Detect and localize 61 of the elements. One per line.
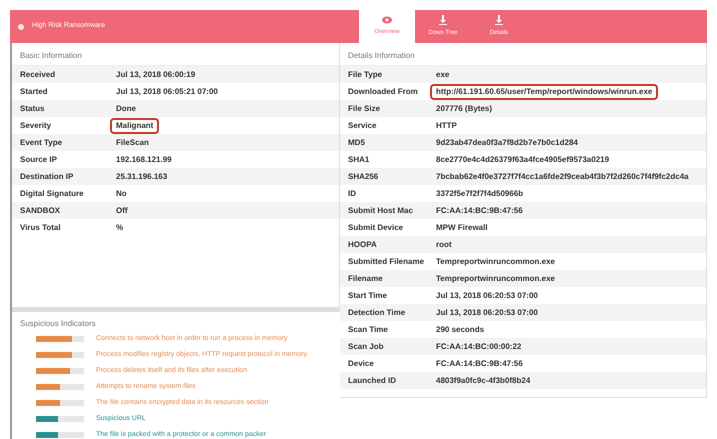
field-value: Tempreportwinruncommon.exe bbox=[435, 272, 556, 285]
field-label: Service bbox=[348, 120, 378, 132]
field-value: 8ce2770e4c4d26379f63a4fce4905ef9573a0219 bbox=[435, 154, 610, 166]
field-value: % bbox=[115, 222, 124, 234]
field-label: Received bbox=[20, 68, 56, 80]
field-value: Tempreportwinruncommon.exe bbox=[435, 256, 556, 268]
field-value: Jul 13, 2018 06:00:19 bbox=[115, 68, 196, 80]
field-label: Digital Signature bbox=[20, 188, 85, 200]
field-label: Detection Time bbox=[348, 306, 406, 318]
field-value: 9d23ab47dea0f3a7f8d2b7e7b0c1d284 bbox=[435, 136, 579, 148]
field-label: Submit Device bbox=[348, 222, 404, 234]
download-icon bbox=[439, 15, 447, 25]
field-label: Start Time bbox=[348, 290, 388, 302]
field-label: Launched ID bbox=[348, 374, 398, 386]
field-label: File Type bbox=[348, 68, 384, 80]
field-label: HOOPA bbox=[348, 238, 378, 250]
field-value: 207776 (Bytes) bbox=[435, 102, 494, 115]
field-value: No bbox=[115, 188, 128, 200]
field-value: 3372f5e7f2f7f4d50966b bbox=[435, 188, 524, 200]
field-value: 25.31.196.163 bbox=[115, 170, 168, 182]
field-label: MD5 bbox=[348, 136, 366, 148]
field-value: 7bcbab62e4f0e3727f7f4cc1a6fde2f9ceab4f3b7f2d260c7f4f9fc2dc4a bbox=[435, 170, 690, 182]
field-label: File Size bbox=[348, 102, 382, 114]
field-value: FC:AA:14:BC:9B:47:56 bbox=[435, 358, 524, 370]
field-label: ID bbox=[348, 188, 357, 200]
field-label: SHA256 bbox=[348, 170, 380, 182]
field-label: Severity bbox=[20, 120, 52, 132]
field-label: Started bbox=[20, 86, 49, 98]
field-value: http://61.191.60.65/user/Temp/report/windows/winrun.exe bbox=[430, 84, 658, 100]
field-value: MPW Firewall bbox=[435, 222, 489, 234]
field-label: Scan Job bbox=[348, 340, 385, 352]
download-icon bbox=[495, 15, 503, 25]
field-label: Virus Total bbox=[20, 222, 62, 234]
field-label: Device bbox=[348, 358, 375, 370]
field-value: Off bbox=[115, 204, 129, 216]
field-label: Filename bbox=[348, 272, 384, 284]
section-title: Suspicious Indicators bbox=[19, 318, 97, 330]
eye-icon bbox=[382, 16, 392, 24]
field-label: Destination IP bbox=[20, 170, 74, 182]
field-label: SANDBOX bbox=[20, 204, 62, 216]
field-value: Done bbox=[115, 102, 137, 114]
field-value: FileScan bbox=[115, 136, 150, 148]
field-value: 192.168.121.99 bbox=[115, 154, 173, 166]
field-value: Jul 13, 2018 06:20:53 07:00 bbox=[435, 290, 539, 302]
field-label: Scan Time bbox=[348, 324, 389, 336]
field-value: FC:AA:14:BC:00:00:22 bbox=[435, 340, 522, 352]
field-label: Source IP bbox=[20, 154, 58, 166]
field-value: root bbox=[435, 238, 453, 250]
field-value: FC:AA:14:BC:9B:47:56 bbox=[435, 204, 524, 216]
field-label: Status bbox=[20, 102, 46, 114]
field-label: Submitted Filename bbox=[348, 256, 426, 268]
field-value: Jul 13, 2018 06:05:21 07:00 bbox=[115, 86, 219, 98]
field-value: exe bbox=[435, 68, 450, 80]
field-value: 4803f9a0fc9c-4f3b0f8b24 bbox=[435, 374, 532, 386]
field-label: SHA1 bbox=[348, 154, 370, 166]
field-label: Event Type bbox=[20, 136, 64, 148]
field-label: Submit Host Mac bbox=[348, 204, 414, 216]
field-label: Downloaded From bbox=[348, 86, 419, 98]
field-value: HTTP bbox=[435, 120, 458, 132]
field-value: Jul 13, 2018 06:20:53 07:00 bbox=[435, 306, 539, 318]
field-value: 290 seconds bbox=[435, 324, 486, 336]
